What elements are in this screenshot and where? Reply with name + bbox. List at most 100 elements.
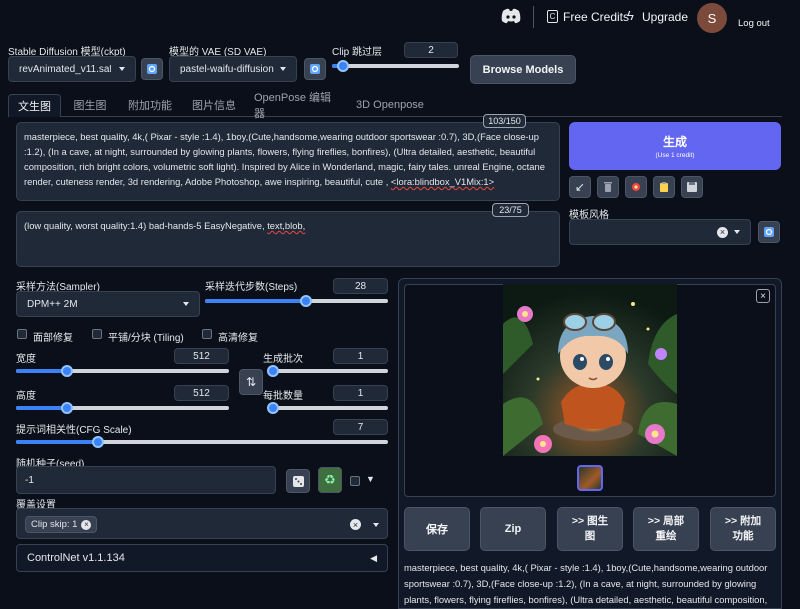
collapse-arrow-icon: ◀ (370, 552, 377, 563)
credits-icon: C (547, 10, 558, 23)
reuse-seed-button[interactable]: ♻ (318, 467, 342, 493)
tab-label: 图生图 (73, 100, 107, 112)
tab-label: 附加功能 (128, 100, 172, 112)
tiling-label: 平铺/分块 (Tiling) (108, 333, 184, 344)
send-to-img2img-button[interactable]: >> 图生图 (557, 507, 623, 551)
ckpt-select[interactable]: revAnimated_v11.safeten (8, 56, 136, 82)
override-chip-label: Clip skip: 1 (31, 519, 78, 530)
cfg-slider[interactable] (16, 436, 388, 448)
seed-input[interactable]: -1 (16, 466, 276, 494)
discord-icon[interactable] (500, 8, 522, 24)
steps-number-input[interactable]: 28 (333, 278, 388, 294)
zip-button[interactable]: Zip (480, 507, 546, 551)
clear-icon[interactable]: × (717, 226, 728, 238)
hires-fix-label: 高清修复 (218, 333, 258, 344)
slider-handle[interactable] (61, 402, 73, 414)
tab-extras[interactable]: 附加功能 (122, 94, 178, 116)
generate-label: 生成 (662, 135, 687, 149)
slider-handle[interactable] (337, 60, 349, 72)
refresh-vae-button[interactable] (304, 58, 326, 80)
positive-prompt-textarea[interactable]: masterpiece, best quality, 4k,( Pixar - … (16, 122, 560, 201)
show-extra-networks-button[interactable] (625, 176, 647, 198)
logout-link[interactable]: Log out (738, 18, 770, 29)
sampler-value: DPM++ 2M (27, 298, 78, 310)
generated-image[interactable] (503, 284, 677, 456)
width-slider[interactable] (16, 365, 229, 377)
refresh-icon (147, 64, 157, 74)
controlnet-accordion[interactable]: ControlNet v1.1.134 ◀ (16, 544, 388, 572)
refresh-styles-button[interactable] (758, 221, 780, 243)
slider-handle[interactable] (267, 365, 279, 377)
positive-token-counter: 103/150 (483, 114, 526, 128)
send-to-extras-button[interactable]: >> 附加功能 (710, 507, 776, 551)
tab-3d-openpose[interactable]: 3D Openpose (354, 94, 426, 116)
gallery-thumbnail[interactable] (577, 465, 603, 491)
controlnet-label: ControlNet v1.1.134 (27, 552, 125, 564)
seed-value: -1 (25, 474, 34, 486)
face-restore-checkbox[interactable] (17, 329, 27, 339)
refresh-icon (310, 64, 320, 74)
height-slider[interactable] (16, 402, 229, 414)
positive-prompt-text: masterpiece, best quality, 4k,( Pixar - … (24, 131, 545, 187)
clip-label: Clip 跳过层 (332, 47, 383, 58)
override-chip[interactable]: Clip skip: 1 × (25, 516, 98, 533)
random-seed-button[interactable] (286, 469, 310, 493)
override-select[interactable]: Clip skip: 1 × × (16, 508, 388, 539)
hires-fix-checkbox[interactable] (202, 329, 212, 339)
batch-count-number-input[interactable]: 1 (333, 348, 388, 364)
tab-openpose-editor[interactable]: OpenPose 编辑器 (254, 92, 342, 120)
save-style-button[interactable] (681, 176, 703, 198)
slider-handle[interactable] (92, 436, 104, 448)
trash-icon (604, 182, 612, 192)
vae-select[interactable]: pastel-waifu-diffusion.v (169, 56, 297, 82)
avatar[interactable]: S (697, 3, 727, 33)
recycle-icon: ♻ (324, 472, 336, 487)
clip-slider[interactable] (332, 60, 459, 72)
red-flower-icon (632, 183, 640, 191)
swap-icon: ⇅ (245, 375, 257, 389)
apply-style-button[interactable] (653, 176, 675, 198)
slider-handle[interactable] (267, 402, 279, 414)
generate-button[interactable]: 生成 (Use 1 credit) (569, 122, 781, 170)
batch-size-number-input[interactable]: 1 (333, 385, 388, 401)
batch-count-slider[interactable] (267, 365, 388, 377)
clip-number-input[interactable]: 2 (404, 42, 458, 58)
clear-icon[interactable]: × (350, 519, 361, 530)
tab-img2img[interactable]: 图生图 (64, 94, 116, 116)
style-select[interactable]: × (569, 219, 751, 245)
sampler-select[interactable]: DPM++ 2M (16, 291, 200, 317)
height-label: 高度 (16, 391, 36, 402)
swap-dimensions-button[interactable]: ⇅ (239, 369, 263, 395)
upgrade-link[interactable]: Upgrade (642, 10, 688, 24)
batch-size-slider[interactable] (267, 402, 388, 414)
save-image-button[interactable]: 保存 (404, 507, 470, 551)
tab-label: OpenPose 编辑器 (254, 92, 332, 120)
chevron-down-icon (280, 67, 286, 71)
arrow-down-left-icon: ↙ (574, 180, 586, 194)
tiling-checkbox[interactable] (92, 329, 102, 339)
slider-fill (205, 299, 306, 303)
extra-seed-toggle-icon[interactable]: ▼ (366, 474, 375, 484)
width-number-input[interactable]: 512 (174, 348, 229, 364)
slider-handle[interactable] (61, 365, 73, 377)
tab-txt2img[interactable]: 文生图 (8, 94, 61, 117)
clear-prompt-button[interactable] (597, 176, 619, 198)
extra-seed-checkbox[interactable] (350, 476, 360, 486)
remove-chip-icon[interactable]: × (81, 519, 92, 530)
refresh-ckpt-button[interactable] (141, 58, 163, 80)
read-params-button[interactable]: ↙ (569, 176, 591, 198)
negative-prompt-textarea[interactable]: (low quality, worst quality:1.4) bad-han… (16, 211, 560, 267)
clipboard-icon (660, 182, 668, 192)
free-credits-link[interactable]: Free Credits (563, 10, 629, 24)
negative-prompt-text: (low quality, worst quality:1.4) bad-han… (24, 220, 306, 231)
steps-slider[interactable] (205, 295, 388, 307)
slider-handle[interactable] (300, 295, 312, 307)
chevron-down-icon (373, 523, 379, 527)
close-gallery-button[interactable]: × (756, 289, 770, 303)
browse-models-button[interactable]: Browse Models (470, 55, 576, 84)
height-number-input[interactable]: 512 (174, 385, 229, 401)
tab-png-info[interactable]: 图片信息 (186, 94, 242, 116)
cfg-number-input[interactable]: 7 (333, 419, 388, 435)
send-to-inpaint-button[interactable]: >> 局部重绘 (633, 507, 699, 551)
negative-token-counter: 23/75 (492, 203, 529, 217)
